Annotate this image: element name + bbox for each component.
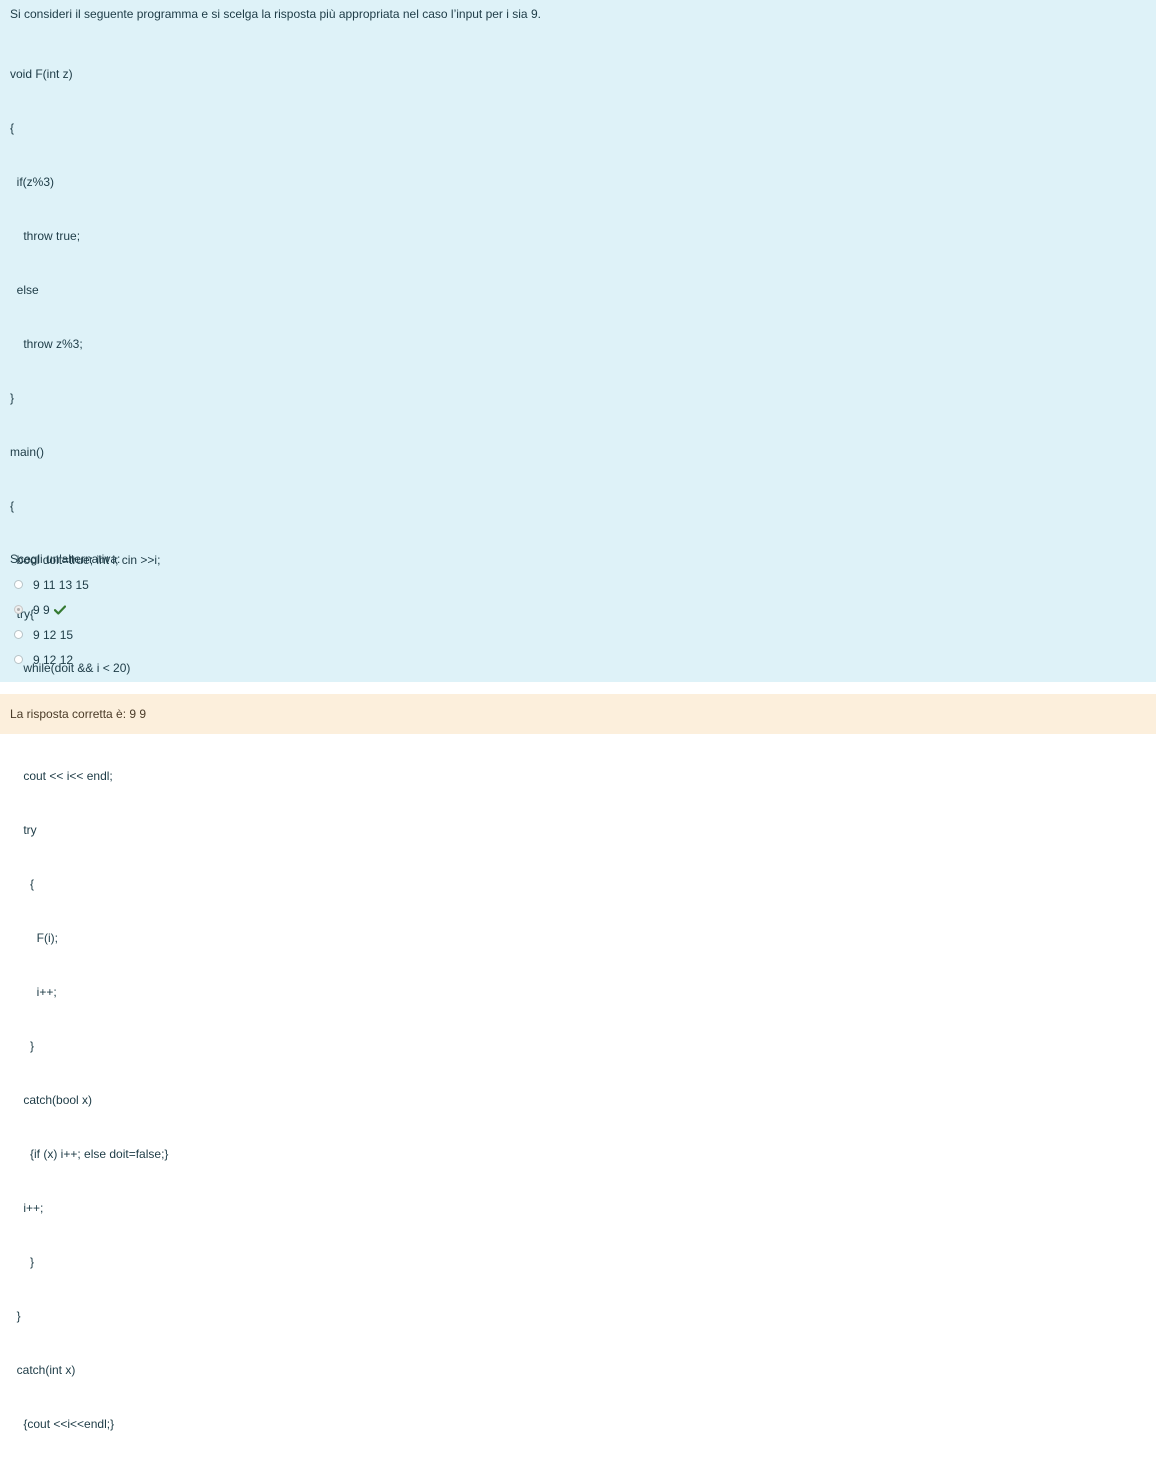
radio-button[interactable] xyxy=(14,580,23,589)
code-line: if(z%3) xyxy=(10,175,55,189)
radio-button[interactable] xyxy=(14,605,23,614)
question-panel: Si consideri il seguente programma e si … xyxy=(0,0,1156,1431)
code-line: else xyxy=(10,283,39,297)
answer-label: 9 9 xyxy=(33,602,50,617)
code-line: {if (x) i++; else doit=false;} xyxy=(10,1147,169,1161)
answer-option[interactable]: 9 9 xyxy=(14,597,89,622)
answer-label: 9 12 12 xyxy=(33,652,74,667)
answer-option[interactable]: 9 11 13 15 xyxy=(14,572,89,597)
code-line: throw true; xyxy=(10,229,81,243)
code-line: while(doit && i < 20) xyxy=(10,661,131,675)
answer-option[interactable]: 9 12 15 xyxy=(14,622,89,647)
correct-answer-feedback: La risposta corretta è: 9 9 xyxy=(0,694,1156,734)
code-line: i++; xyxy=(10,1201,44,1215)
code-line: catch(int x) xyxy=(10,1363,76,1377)
code-line: catch(bool x) xyxy=(10,1093,93,1107)
code-line: F(i); xyxy=(10,931,58,945)
answer-label: 9 11 13 15 xyxy=(33,577,89,592)
radio-button[interactable] xyxy=(14,630,23,639)
answer-option[interactable]: 9 12 12 xyxy=(14,647,89,672)
code-line: } xyxy=(10,1039,35,1053)
code-line: } xyxy=(10,1255,35,1269)
code-line: main() xyxy=(10,445,45,459)
code-line: { xyxy=(10,121,15,135)
code-block: void F(int z) { if(z%3) throw true; else… xyxy=(10,29,1146,1468)
code-line: try xyxy=(10,823,37,837)
code-line: void F(int z) xyxy=(10,67,73,81)
radio-button[interactable] xyxy=(14,655,23,664)
code-line: i++; xyxy=(10,985,57,999)
code-line: { xyxy=(10,877,35,891)
code-line: } xyxy=(10,391,15,405)
code-line: throw z%3; xyxy=(10,337,83,351)
code-line: {cout <<i<<endl;} xyxy=(10,1417,115,1431)
feedback-text: La risposta corretta è: 9 9 xyxy=(10,707,147,721)
answer-label: 9 12 15 xyxy=(33,627,74,642)
code-line: bool doit=true; int i; cin >>i; xyxy=(10,553,161,567)
code-line: { xyxy=(10,499,15,513)
code-line: cout << i<< endl; xyxy=(10,769,113,783)
question-text: Si consideri il seguente programma e si … xyxy=(10,7,541,21)
answer-list: 9 11 13 15 9 9 9 12 15 9 12 12 xyxy=(14,572,89,672)
code-line: try{ xyxy=(10,607,35,621)
check-icon xyxy=(53,604,66,615)
answer-prompt: Scegli un'alternativa: xyxy=(10,552,121,566)
code-line: } xyxy=(10,1309,21,1323)
